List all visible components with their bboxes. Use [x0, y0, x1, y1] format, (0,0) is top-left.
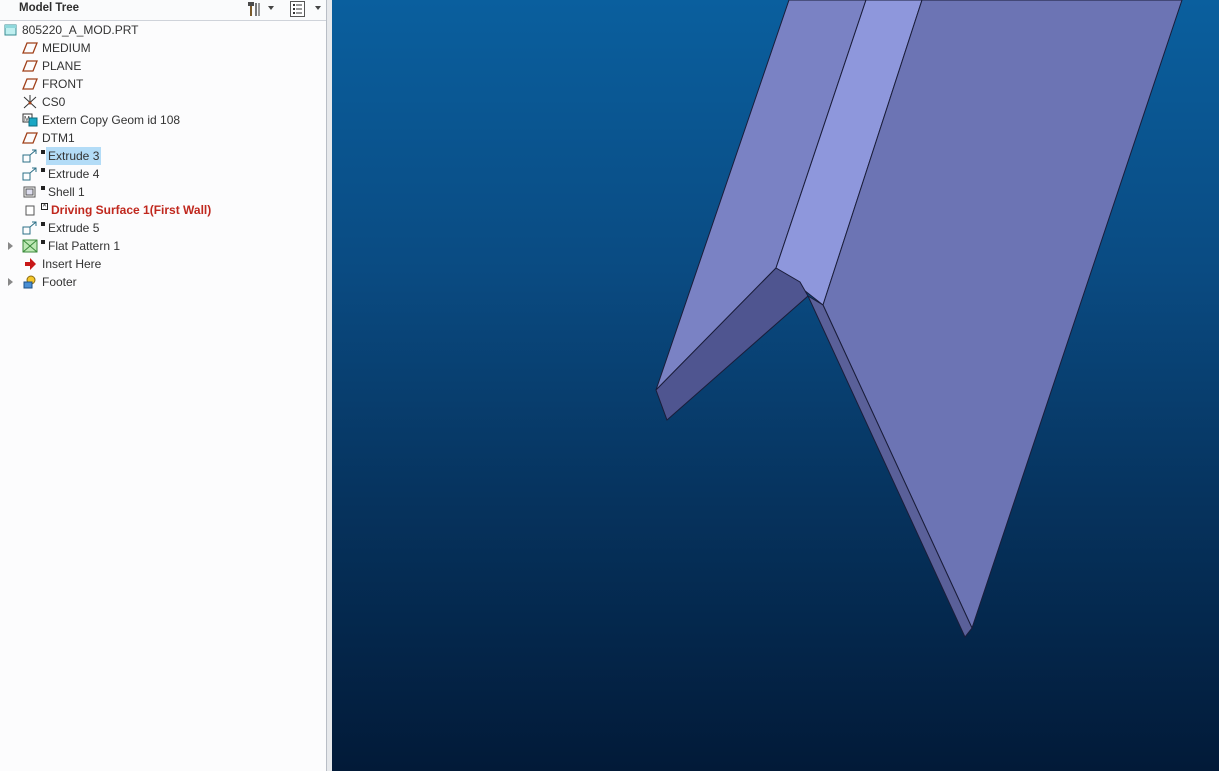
tree-item-footer[interactable]: Footer [0, 273, 326, 291]
list-icon [290, 1, 305, 17]
insert-arrow-icon [25, 258, 36, 270]
extrude-icon [22, 221, 37, 235]
tree-show-button[interactable] [289, 0, 323, 18]
hammer-icon [248, 2, 260, 16]
tree-item-label: Shell 1 [48, 185, 85, 199]
expand-arrow-icon[interactable] [8, 278, 13, 286]
extrude-icon [22, 149, 37, 163]
datum-plane-icon [22, 60, 38, 72]
model-tree-title: Model Tree [19, 2, 80, 14]
datum-plane-icon [22, 42, 38, 54]
tree-item-label: Footer [42, 275, 77, 289]
datum-plane-icon [22, 132, 38, 144]
chevron-down-icon [268, 6, 274, 10]
tree-item-label: CS0 [42, 95, 66, 109]
flat-pattern-icon [22, 239, 38, 253]
tree-item-label: Extrude 5 [48, 221, 100, 235]
model-tree-header: Model Tree [0, 0, 326, 21]
coordinate-system-icon [23, 95, 37, 109]
status-mark [41, 222, 45, 226]
tree-item-flat-pattern-1[interactable]: Flat Pattern 1 [0, 237, 326, 255]
suppressed-mark-icon: ✕ [41, 203, 48, 210]
tree-item-front[interactable]: FRONT [0, 75, 326, 93]
tree-item-dtm1[interactable]: DTM1 [0, 129, 326, 147]
sheet-metal-part[interactable] [332, 0, 1219, 771]
tree-item-label: Insert Here [42, 257, 102, 271]
expand-arrow-icon[interactable] [8, 242, 13, 250]
tree-item-shell-1[interactable]: Shell 1 [0, 183, 326, 201]
status-mark [41, 240, 45, 244]
tree-item-label: Extrude 4 [48, 167, 100, 181]
tree-item-insert-here[interactable]: Insert Here [0, 255, 326, 273]
status-mark [41, 186, 45, 190]
part-icon [4, 24, 17, 36]
tree-item-label: MEDIUM [42, 41, 91, 55]
tree-item-part[interactable]: 805220_A_MOD.PRT [0, 21, 326, 39]
tree-item-extrude-4[interactable]: Extrude 4 [0, 165, 326, 183]
tree-item-label: Extrude 3 [46, 147, 102, 165]
tree-item-label: Extern Copy Geom id 108 [42, 113, 181, 127]
tree-item-label: Flat Pattern 1 [48, 239, 121, 253]
svg-text:M: M [24, 116, 30, 123]
status-mark [41, 150, 45, 154]
tree-item-plane[interactable]: PLANE [0, 57, 326, 75]
tree-item-label: FRONT [42, 77, 84, 91]
tree-item-label: PLANE [42, 59, 82, 73]
tree-item-label: Driving Surface 1(First Wall) [51, 203, 212, 217]
surface-icon [25, 205, 35, 216]
model-tree-panel: Model Tree 805220_A_MOD.PRT MEDIUM PLANE… [0, 0, 326, 771]
status-mark [41, 168, 45, 172]
tree-item-label: 805220_A_MOD.PRT [22, 23, 139, 37]
tree-item-extern-copy-geom[interactable]: M Extern Copy Geom id 108 [0, 111, 326, 129]
footer-icon [23, 275, 36, 289]
tree-item-extrude-5[interactable]: Extrude 5 [0, 219, 326, 237]
tree-item-driving-surface-1[interactable]: ✕ Driving Surface 1(First Wall) [0, 201, 326, 219]
copy-geom-icon: M [22, 113, 38, 127]
shell-icon [23, 186, 36, 198]
graphics-viewport[interactable] [332, 0, 1219, 771]
tree-item-cs0[interactable]: CS0 [0, 93, 326, 111]
tree-item-extrude-3[interactable]: Extrude 3 [0, 147, 326, 165]
tree-item-medium[interactable]: MEDIUM [0, 39, 326, 57]
tree-item-label: DTM1 [42, 131, 75, 145]
datum-plane-icon [22, 78, 38, 90]
chevron-down-icon [315, 6, 321, 10]
extrude-icon [22, 167, 37, 181]
model-tree-list: 805220_A_MOD.PRT MEDIUM PLANE FRONT CS0 … [0, 21, 326, 291]
tree-settings-button[interactable] [245, 0, 275, 18]
